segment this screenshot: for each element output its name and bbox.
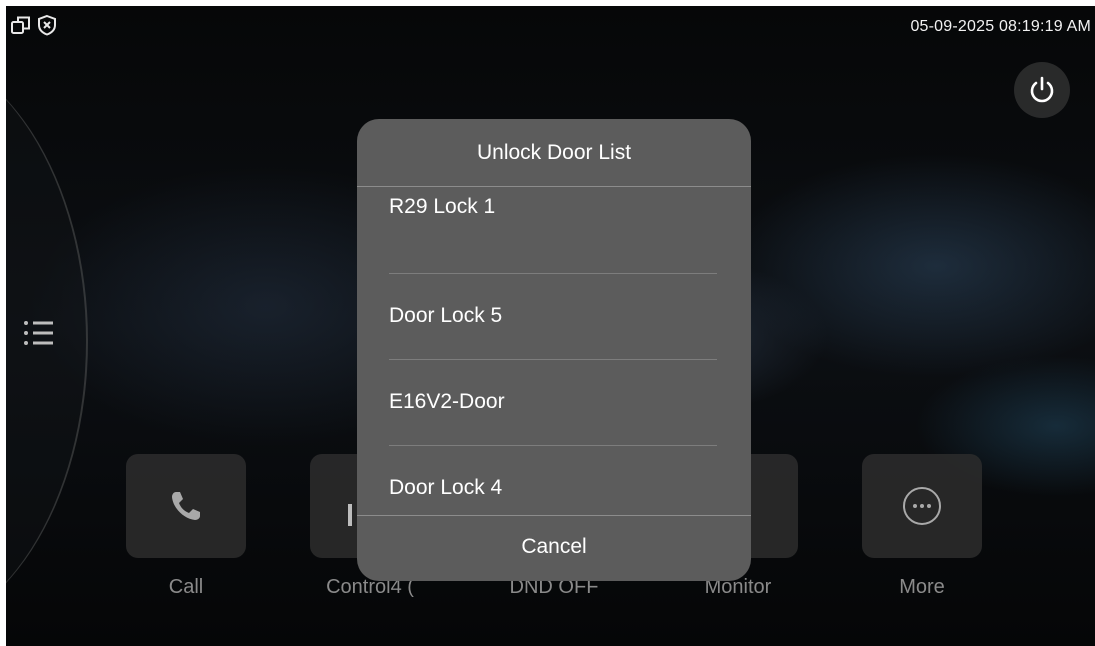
door-item-r29-lock-1[interactable]: R29 Lock 1 [389,187,717,274]
call-label: Call [168,576,204,598]
datetime-display: 05-09-2025 08:19:19 AM [910,18,1091,35]
unlock-door-dialog: Unlock Door List R29 Lock 1 Door Lock 5 … [357,119,751,581]
more-label: More [899,576,945,598]
door-item-door-lock-4[interactable]: Door Lock 4 [389,445,717,515]
list-menu-icon[interactable] [22,318,56,348]
control4-icon [348,504,352,526]
phone-icon [172,492,200,520]
door-item-label: Door Lock 5 [389,304,503,327]
cancel-button[interactable]: Cancel [357,515,751,581]
call-tile[interactable] [126,454,246,558]
door-item-label: Door Lock 4 [389,476,503,499]
more-dots-icon [903,487,941,525]
door-list[interactable]: R29 Lock 1 Door Lock 5 E16V2-Door Door L… [357,187,751,515]
power-icon [1030,76,1054,103]
door-item-e16v2-door[interactable]: E16V2-Door [389,359,717,446]
door-item-door-lock-5[interactable]: Door Lock 5 [389,273,717,360]
shield-x-icon [36,14,58,36]
status-bar: 05-09-2025 08:19:19 AM [6,6,1095,46]
dialog-title: Unlock Door List [357,119,751,187]
power-button[interactable] [1014,62,1070,118]
door-item-label: R29 Lock 1 [389,195,496,218]
more-tile[interactable] [862,454,982,558]
window-restore-icon [10,14,32,36]
intercom-screen: 05-09-2025 08:19:19 AM Call Control4 (D… [6,6,1095,646]
door-item-label: E16V2-Door [389,390,505,413]
